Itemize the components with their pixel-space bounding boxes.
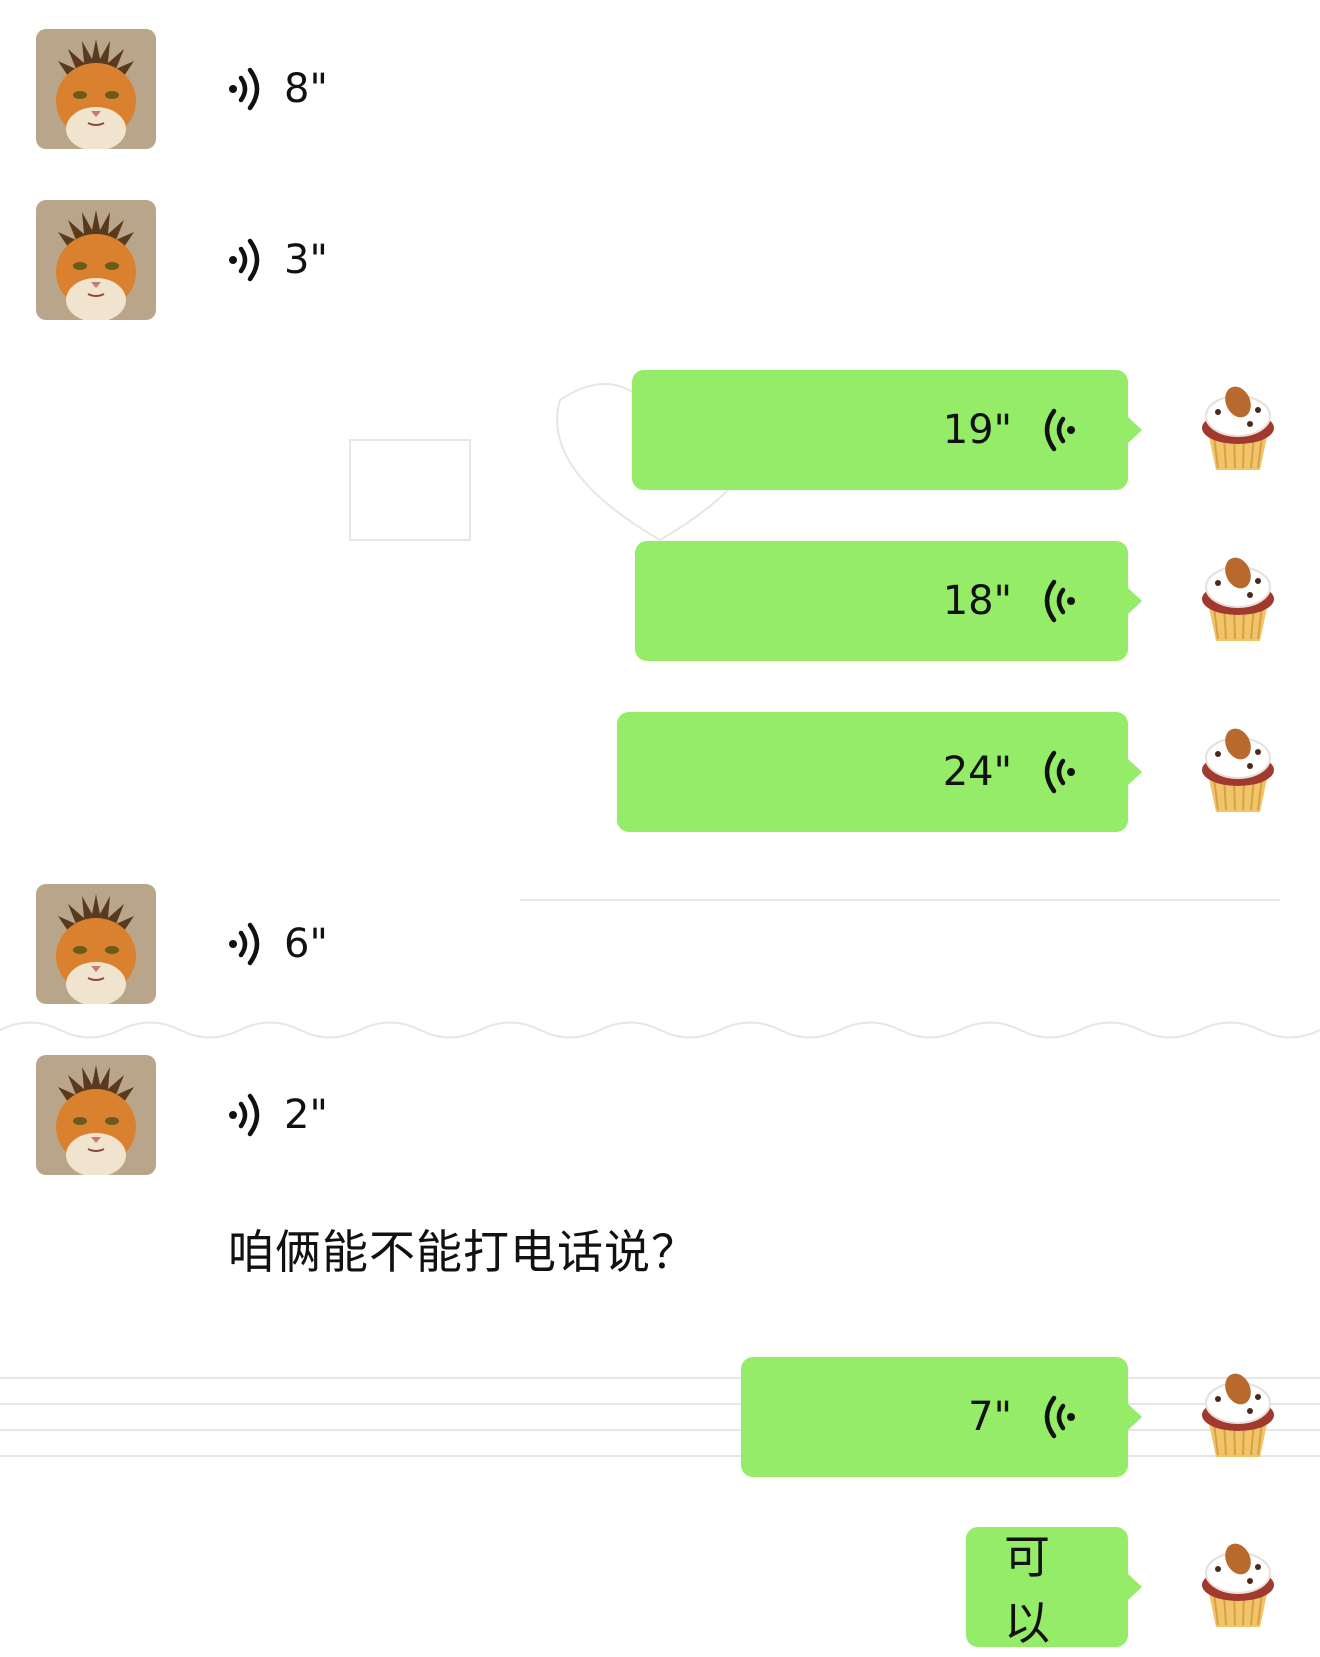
cat-avatar-image [36,1055,156,1175]
message-row-sent: 7" [0,1357,1320,1477]
message-row-sent: 18" [0,541,1320,661]
cat-avatar-image [36,200,156,320]
message-row-received: 3" [0,200,1320,320]
cupcake-avatar-image [1202,386,1274,470]
voice-message-bubble[interactable]: 7" [741,1357,1142,1477]
cupcake-avatar-image [1202,557,1274,641]
contact-avatar[interactable] [36,1055,156,1175]
voice-message-bubble[interactable]: 19" [632,370,1142,490]
contact-avatar[interactable] [36,29,156,149]
message-row-received: 8" [0,29,1320,149]
self-avatar[interactable] [1178,541,1298,661]
voice-wave-left-icon [1044,579,1075,623]
voice-duration: 8" [284,66,328,112]
self-avatar[interactable] [1178,1357,1298,1477]
self-avatar[interactable] [1178,370,1298,490]
text-message[interactable]: 咱俩能不能打电话说？ [228,1216,698,1282]
self-avatar[interactable] [1178,1527,1298,1647]
message-text: 可以 [1004,1530,1050,1650]
voice-message-bubble[interactable]: 24" [617,712,1142,832]
voice-duration: 19" [942,407,1012,453]
contact-avatar[interactable] [36,200,156,320]
voice-duration: 18" [942,578,1012,624]
cat-avatar-image [36,884,156,1004]
voice-duration: 6" [284,921,328,967]
voice-duration: 7" [968,1394,1012,1440]
voice-wave-right-icon [229,238,260,282]
self-avatar[interactable] [1178,712,1298,832]
voice-wave-left-icon [1044,408,1075,452]
voice-duration: 24" [942,749,1012,795]
voice-wave-right-icon [229,67,260,111]
voice-message[interactable]: 6" [228,884,328,1004]
voice-message[interactable]: 3" [228,200,328,320]
message-row-received: 6" [0,884,1320,1004]
cupcake-avatar-image [1202,728,1274,812]
voice-duration: 2" [284,1092,328,1138]
contact-avatar[interactable] [36,884,156,1004]
cat-avatar-image [36,29,156,149]
text-message-bubble[interactable]: 可以 [966,1527,1142,1650]
voice-wave-right-icon [229,922,260,966]
voice-message-bubble[interactable]: 18" [635,541,1142,661]
message-row-sent: 可以 [0,1527,1320,1650]
voice-message[interactable]: 2" [228,1055,328,1175]
cupcake-avatar-image [1202,1543,1274,1627]
voice-wave-left-icon [1044,750,1075,794]
voice-wave-left-icon [1044,1395,1075,1439]
cupcake-avatar-image [1202,1373,1274,1457]
message-row-sent: 24" [0,712,1320,832]
voice-duration: 3" [284,237,328,283]
voice-wave-right-icon [229,1093,260,1137]
message-row-received: 2" [0,1055,1320,1175]
message-row-sent: 19" [0,370,1320,490]
voice-message[interactable]: 8" [228,29,328,149]
